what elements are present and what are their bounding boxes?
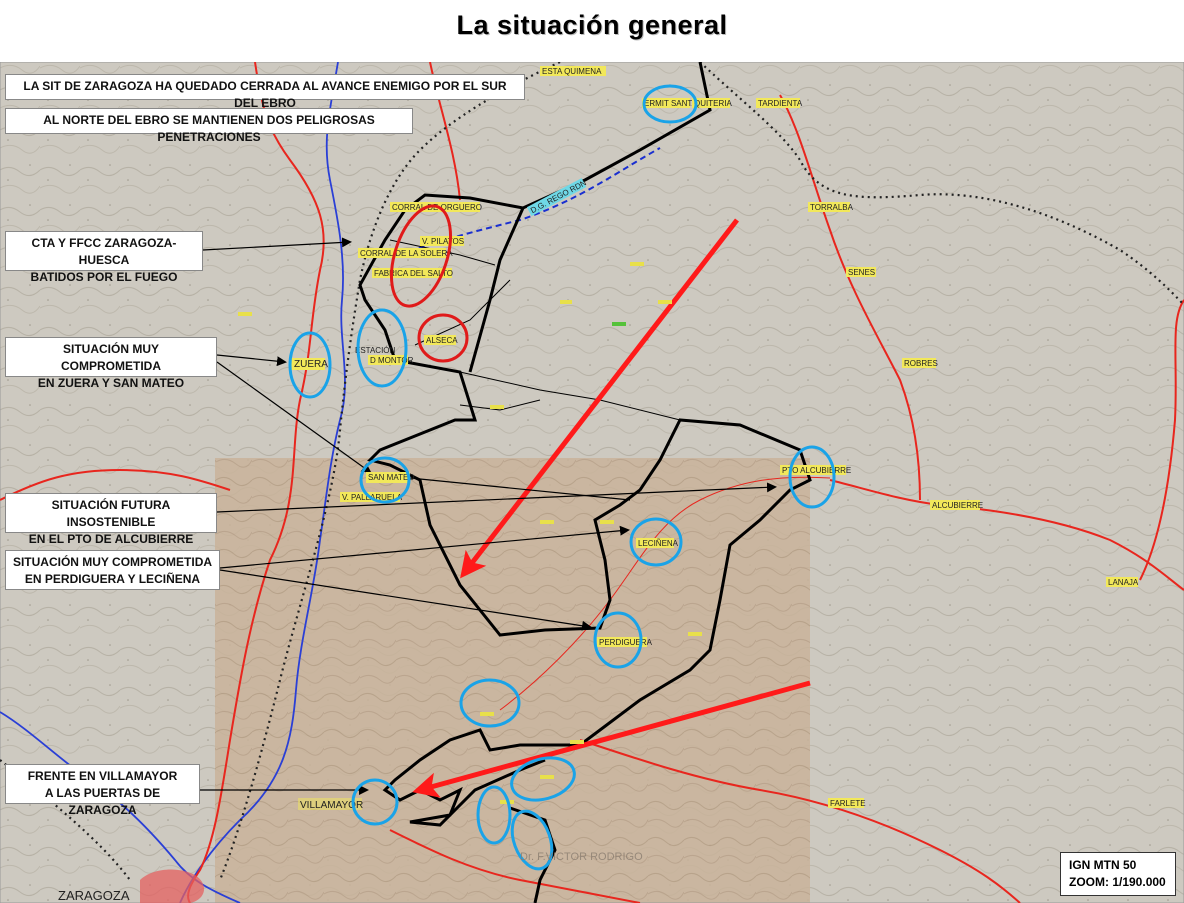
note-zuera-sanmateo: SITUACIÓN MUY COMPROMETIDA EN ZUERA Y SAN… [5, 337, 217, 390]
label-estacion: ESTACIÓN [355, 346, 396, 355]
svg-text:TORRALBA: TORRALBA [810, 203, 854, 212]
label-perdiguera: PERDIGUERA [597, 637, 653, 647]
svg-text:TARDIENTA: TARDIENTA [758, 99, 803, 108]
label-quiteria: QUITERIA [692, 98, 732, 108]
label-tardienta: TARDIENTA [756, 98, 803, 108]
note-norte-ebro: AL NORTE DEL EBRO SE MANTIENEN DOS PELIG… [5, 108, 413, 144]
svg-text:SENES: SENES [848, 268, 875, 277]
svg-text:V. PILATOS: V. PILATOS [422, 237, 464, 246]
svg-text:ESTA QUIMENA: ESTA QUIMENA [542, 67, 602, 76]
label-esquinas: ESTA QUIMENA [540, 66, 606, 76]
label-torralba: TORRALBA [808, 202, 854, 212]
note-villamayor: FRENTE EN VILLAMAYOR A LAS PUERTAS DE ZAR… [5, 764, 200, 817]
svg-text:ERMIT SANTA: ERMIT SANTA [644, 99, 698, 108]
map-title: La situación general [456, 10, 728, 40]
scale-zoom: ZOOM: 1/190.000 [1069, 875, 1166, 889]
note-perdiguera-leciñena: SITUACIÓN MUY COMPROMETIDA EN PERDIGUERA … [5, 550, 220, 590]
svg-text:CORRAL DE LA SOLERA: CORRAL DE LA SOLERA [360, 249, 453, 258]
label-corral2: CORRAL DE LA SOLERA [358, 248, 453, 258]
svg-text:QUITERIA: QUITERIA [694, 99, 732, 108]
svg-text:ALSECA: ALSECA [426, 336, 458, 345]
label-robres: ROBRES [902, 358, 938, 368]
svg-text:FARLETE: FARLETE [830, 799, 866, 808]
label-senes: SENES [846, 267, 876, 277]
label-zaragoza: ZARAGOZA [58, 888, 130, 903]
svg-text:ROBRES: ROBRES [904, 359, 938, 368]
svg-text:LANAJA: LANAJA [1108, 578, 1139, 587]
svg-text:ESTACIÓN: ESTACIÓN [355, 346, 396, 355]
label-alcubierre: ALCUBIERRE [930, 500, 983, 510]
svg-text:ZARAGOZA: ZARAGOZA [58, 888, 130, 903]
svg-text:D MONTOR: D MONTOR [370, 356, 414, 365]
svg-text:ALCUBIERRE: ALCUBIERRE [932, 501, 983, 510]
svg-text:LECIÑENA: LECIÑENA [638, 539, 679, 548]
green-marker [612, 322, 626, 326]
note-sit-zaragoza: LA SIT DE ZARAGOZA HA QUEDADO CERRADA AL… [5, 74, 525, 110]
label-zuera: ZUERA [291, 358, 328, 370]
label-pilatos: V. PILATOS [420, 236, 464, 246]
scale-legend: IGN MTN 50 ZOOM: 1/190.000 [1060, 852, 1176, 896]
label-alseca: ALSECA [424, 335, 458, 345]
label-ermita: ERMIT SANTA [642, 98, 698, 108]
note-cta-ffcc: CTA Y FFCC ZARAGOZA-HUESCA BATIDOS POR EL… [5, 231, 203, 284]
svg-text:PERDIGUERA: PERDIGUERA [599, 638, 653, 647]
scale-source: IGN MTN 50 [1069, 858, 1137, 872]
note-alcubierre: SITUACIÓN FUTURA INSOSTENIBLE EN EL PTO D… [5, 493, 217, 546]
watermark: Dr. F.VICTOR RODRIGO [520, 851, 643, 863]
label-farlete: FARLETE [828, 798, 866, 808]
label-lanaja: LANAJA [1106, 577, 1139, 587]
label-leciñena: LECIÑENA [636, 538, 679, 548]
svg-text:ZUERA: ZUERA [294, 359, 328, 370]
